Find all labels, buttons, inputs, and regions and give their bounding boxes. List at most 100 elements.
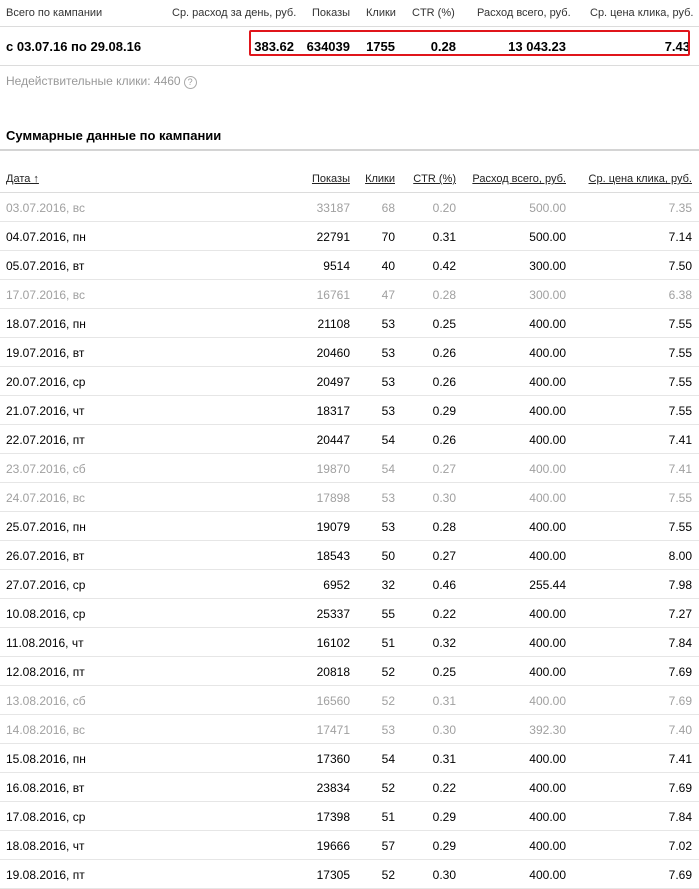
help-icon[interactable]: ? bbox=[183, 76, 197, 89]
row-ctr: 0.22 bbox=[432, 781, 456, 795]
row-clicks: 52 bbox=[381, 868, 395, 882]
row-clicks: 50 bbox=[381, 549, 395, 563]
row-cpc: 7.55 bbox=[668, 346, 692, 360]
summary-header-shows: Показы bbox=[312, 7, 351, 19]
row-spend: 400.00 bbox=[529, 694, 566, 708]
row-cpc: 7.55 bbox=[668, 317, 692, 331]
row-date: 21.07.2016, чт bbox=[6, 404, 85, 418]
row-cpc: 7.98 bbox=[668, 578, 692, 592]
table-row: 17.08.2016, ср 17398 51 0.29 400.00 7.84 bbox=[0, 802, 699, 831]
row-cpc: 8.00 bbox=[668, 549, 692, 563]
row-spend: 400.00 bbox=[529, 433, 566, 447]
row-clicks: 52 bbox=[381, 694, 395, 708]
daily-table-body: 03.07.2016, вс 33187 68 0.20 500.00 7.35 04.07… bbox=[0, 193, 699, 889]
row-clicks: 52 bbox=[381, 781, 395, 795]
row-shows: 17471 bbox=[316, 723, 350, 737]
row-date: 18.07.2016, пн bbox=[6, 317, 86, 331]
row-spend: 400.00 bbox=[529, 549, 566, 563]
table-row: 11.08.2016, чт 16102 51 0.32 400.00 7.84 bbox=[0, 628, 699, 657]
row-ctr: 0.29 bbox=[432, 404, 456, 418]
table-row: 03.07.2016, вс 33187 68 0.20 500.00 7.35 bbox=[0, 193, 699, 222]
sort-by-clicks-link[interactable]: Клики bbox=[365, 173, 395, 185]
row-shows: 17398 bbox=[316, 810, 350, 824]
table-row: 13.08.2016, сб 16560 52 0.31 400.00 7.69 bbox=[0, 686, 699, 715]
row-clicks: 70 bbox=[381, 230, 395, 244]
row-spend: 400.00 bbox=[529, 346, 566, 360]
row-cpc: 7.55 bbox=[668, 404, 692, 418]
row-cpc: 6.38 bbox=[668, 288, 692, 302]
row-clicks: 57 bbox=[381, 839, 395, 853]
sort-by-date-link[interactable]: Дата ↑ bbox=[6, 173, 39, 185]
row-cpc: 7.41 bbox=[668, 752, 692, 766]
sort-by-shows-link[interactable]: Показы bbox=[312, 173, 350, 185]
row-spend: 400.00 bbox=[529, 404, 566, 418]
row-ctr: 0.28 bbox=[432, 520, 456, 534]
daily-header-row: Дата ↑ Показы Клики CTR (%) Расход всего… bbox=[0, 165, 699, 193]
row-shows: 20818 bbox=[316, 665, 350, 679]
row-ctr: 0.26 bbox=[432, 375, 456, 389]
row-shows: 16761 bbox=[316, 288, 350, 302]
sort-by-ctr-link[interactable]: CTR (%) bbox=[413, 173, 456, 185]
table-row: 12.08.2016, пт 20818 52 0.25 400.00 7.69 bbox=[0, 657, 699, 686]
sort-by-spend-link[interactable]: Расход всего, руб. bbox=[472, 173, 566, 185]
row-spend: 300.00 bbox=[529, 288, 566, 302]
row-shows: 21108 bbox=[317, 317, 350, 331]
row-ctr: 0.29 bbox=[432, 810, 456, 824]
row-spend: 400.00 bbox=[529, 868, 566, 882]
row-cpc: 7.55 bbox=[668, 491, 692, 505]
invalid-clicks-text: Недействительные клики: 4460 bbox=[6, 74, 181, 88]
row-date: 17.07.2016, вс bbox=[6, 288, 85, 302]
row-date: 24.07.2016, вс bbox=[6, 491, 85, 505]
row-shows: 17360 bbox=[316, 752, 350, 766]
summary-header-campaign: Всего по кампании bbox=[6, 7, 103, 19]
table-row: 14.08.2016, вс 17471 53 0.30 392.30 7.40 bbox=[0, 715, 699, 744]
summary-header-row: Всего по кампании Ср. расход за день, ру… bbox=[0, 0, 699, 27]
table-row: 16.08.2016, вт 23834 52 0.22 400.00 7.69 bbox=[0, 773, 699, 802]
row-date: 27.07.2016, ср bbox=[6, 578, 86, 592]
summary-header-ctr: CTR (%) bbox=[412, 7, 455, 19]
row-ctr: 0.46 bbox=[432, 578, 456, 592]
row-spend: 400.00 bbox=[529, 520, 566, 534]
row-shows: 17305 bbox=[316, 868, 350, 882]
row-ctr: 0.27 bbox=[432, 462, 456, 476]
row-spend: 392.30 bbox=[529, 723, 566, 737]
row-date: 15.08.2016, пн bbox=[6, 752, 86, 766]
row-ctr: 0.26 bbox=[432, 346, 456, 360]
row-shows: 19870 bbox=[316, 462, 350, 476]
row-shows: 19079 bbox=[316, 520, 350, 534]
row-shows: 6952 bbox=[323, 578, 350, 592]
row-date: 22.07.2016, пт bbox=[6, 433, 85, 447]
row-ctr: 0.31 bbox=[432, 752, 456, 766]
row-spend: 400.00 bbox=[529, 317, 566, 331]
sort-by-cpc-link[interactable]: Ср. цена клика, руб. bbox=[589, 173, 692, 185]
table-row: 25.07.2016, пн 19079 53 0.28 400.00 7.55 bbox=[0, 512, 699, 541]
table-row: 23.07.2016, сб 19870 54 0.27 400.00 7.41 bbox=[0, 454, 699, 483]
row-ctr: 0.26 bbox=[432, 433, 456, 447]
summary-header-spend: Расход всего, руб. bbox=[477, 7, 571, 19]
row-ctr: 0.27 bbox=[432, 549, 456, 563]
row-ctr: 0.25 bbox=[432, 665, 456, 679]
row-cpc: 7.55 bbox=[668, 520, 692, 534]
row-date: 19.07.2016, вт bbox=[6, 346, 85, 360]
row-ctr: 0.30 bbox=[432, 491, 456, 505]
row-spend: 300.00 bbox=[529, 259, 566, 273]
row-cpc: 7.35 bbox=[668, 201, 692, 215]
table-row: 05.07.2016, вт 9514 40 0.42 300.00 7.50 bbox=[0, 251, 699, 280]
row-clicks: 54 bbox=[381, 462, 395, 476]
row-spend: 400.00 bbox=[529, 491, 566, 505]
table-row: 10.08.2016, ср 25337 55 0.22 400.00 7.27 bbox=[0, 599, 699, 628]
row-ctr: 0.22 bbox=[432, 607, 456, 621]
section-divider bbox=[0, 149, 699, 151]
table-row: 18.08.2016, чт 19666 57 0.29 400.00 7.02 bbox=[0, 831, 699, 860]
row-date: 10.08.2016, ср bbox=[6, 607, 86, 621]
highlight-annotation-box bbox=[249, 30, 690, 56]
row-cpc: 7.41 bbox=[668, 433, 692, 447]
table-row: 20.07.2016, ср 20497 53 0.26 400.00 7.55 bbox=[0, 367, 699, 396]
row-date: 26.07.2016, вт bbox=[6, 549, 85, 563]
row-shows: 18543 bbox=[316, 549, 350, 563]
table-row: 19.07.2016, вт 20460 53 0.26 400.00 7.55 bbox=[0, 338, 699, 367]
row-shows: 9514 bbox=[323, 259, 350, 273]
table-row: 24.07.2016, вс 17898 53 0.30 400.00 7.55 bbox=[0, 483, 699, 512]
row-shows: 25337 bbox=[316, 607, 350, 621]
invalid-clicks-info: Недействительные клики: 4460? bbox=[6, 74, 197, 89]
